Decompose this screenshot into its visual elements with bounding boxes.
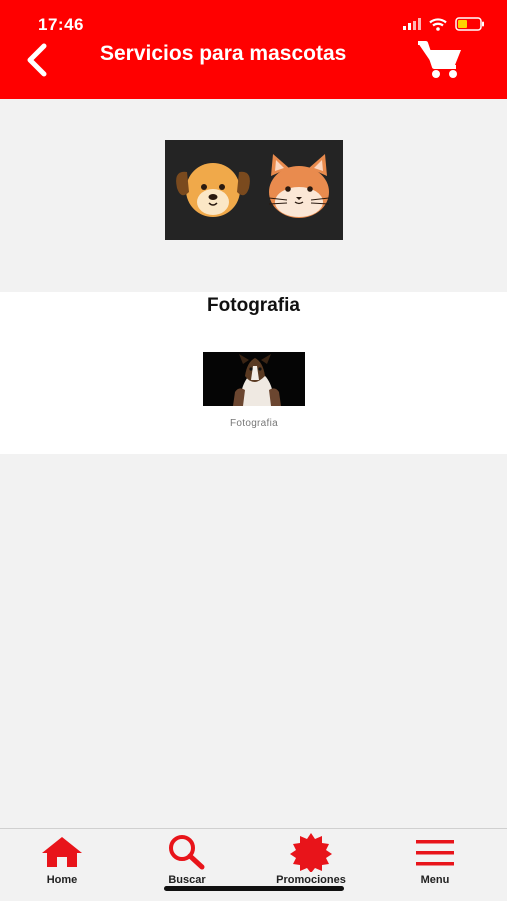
back-button[interactable] xyxy=(22,40,56,80)
status-time: 17:46 xyxy=(38,15,84,34)
tab-promociones-label: Promociones xyxy=(276,874,346,886)
tab-promociones[interactable]: Promociones xyxy=(266,829,356,893)
battery-icon xyxy=(455,17,484,31)
app-header: 17:46 Servicios para mascotas xyxy=(0,0,507,99)
search-icon xyxy=(169,835,205,870)
menu-icon xyxy=(416,840,454,866)
service-label: Fotografia xyxy=(229,418,279,429)
tab-buscar[interactable]: Buscar xyxy=(142,829,232,893)
status-icons xyxy=(403,17,485,31)
tab-buscar-label: Buscar xyxy=(168,874,206,886)
tab-menu[interactable]: Menu xyxy=(390,829,480,893)
wifi-icon xyxy=(429,17,447,31)
section-title: Fotografia xyxy=(207,295,300,316)
chevron-left-icon xyxy=(27,43,47,77)
badge-icon xyxy=(290,833,332,872)
shopping-cart-icon xyxy=(418,41,461,78)
home-icon xyxy=(42,837,82,867)
cat-face-icon xyxy=(268,154,330,218)
cellular-signal-icon xyxy=(403,18,421,30)
cart-button[interactable] xyxy=(415,38,465,80)
dog-photo-thumbnail xyxy=(203,352,305,406)
service-card-fotografia[interactable]: Fotografia xyxy=(203,352,305,429)
tab-menu-label: Menu xyxy=(420,874,450,886)
services-section: Fotografia Fotografia xyxy=(0,292,507,454)
page-title: Servicios para mascotas xyxy=(100,42,347,65)
tab-home[interactable]: Home xyxy=(17,829,107,893)
dog-face-icon xyxy=(176,163,250,217)
dog-cat-illustration xyxy=(176,154,330,218)
pets-banner-image xyxy=(165,140,343,240)
tab-home-label: Home xyxy=(46,874,78,886)
home-indicator[interactable] xyxy=(164,886,344,891)
banner-area xyxy=(0,99,507,292)
